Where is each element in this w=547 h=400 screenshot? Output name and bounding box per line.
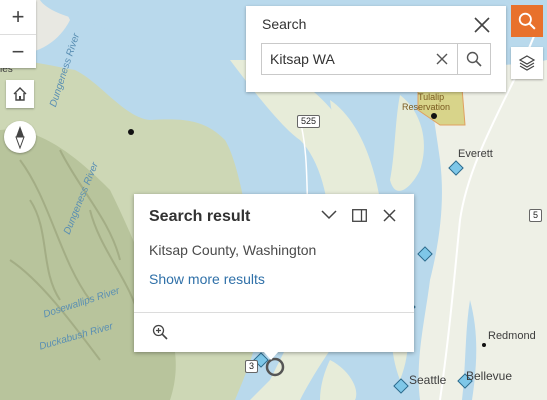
search-result-popup: Search result Kitsap County, Washington … xyxy=(134,194,414,352)
close-popup-button[interactable] xyxy=(374,204,404,226)
highway-shield: 5 xyxy=(529,209,543,222)
zoom-to-button[interactable] xyxy=(150,322,170,342)
zoom-controls: + − xyxy=(0,0,36,68)
search-panel-title: Search xyxy=(262,16,307,32)
search-icon xyxy=(466,51,482,67)
highway-shield: 525 xyxy=(297,115,321,128)
layer-list-button[interactable] xyxy=(511,47,543,79)
search-panel: Search xyxy=(246,6,506,92)
layers-icon xyxy=(518,55,536,71)
place-label: Bellevue xyxy=(466,369,513,383)
dock-icon xyxy=(351,208,367,222)
clear-search-button[interactable] xyxy=(427,45,457,73)
place-label: Seattle xyxy=(409,373,447,387)
popup-divider xyxy=(134,312,414,313)
search-field xyxy=(261,43,491,75)
plus-icon: + xyxy=(11,4,25,29)
home-button[interactable] xyxy=(6,80,34,108)
close-search-button[interactable] xyxy=(472,15,492,35)
search-input[interactable] xyxy=(262,45,427,73)
close-icon xyxy=(436,53,448,65)
search-submit-button[interactable] xyxy=(457,44,490,74)
search-toggle-button[interactable] xyxy=(511,5,543,37)
popup-actions xyxy=(314,204,404,226)
place-label: Tulalip xyxy=(418,92,445,102)
compass-button[interactable] xyxy=(4,121,36,153)
place-label: Redmond xyxy=(488,330,536,342)
compass-icon xyxy=(15,126,25,149)
search-icon xyxy=(518,12,536,30)
popup-content: Kitsap County, Washington xyxy=(149,242,317,258)
place-label: Reservation xyxy=(402,102,451,112)
minus-icon: − xyxy=(11,39,25,64)
zoom-in-icon xyxy=(152,324,168,340)
popup-title: Search result xyxy=(149,208,251,225)
home-icon xyxy=(13,87,27,101)
show-more-results-link[interactable]: Show more results xyxy=(149,271,265,287)
popup-pointer xyxy=(263,351,279,360)
collapse-popup-button[interactable] xyxy=(314,204,344,226)
place-label: Everett xyxy=(458,148,493,160)
close-icon xyxy=(382,208,396,222)
dock-popup-button[interactable] xyxy=(344,204,374,226)
close-icon xyxy=(474,17,490,33)
highway-shield: 3 xyxy=(245,360,259,373)
zoom-in-button[interactable]: + xyxy=(0,0,36,34)
zoom-out-button[interactable]: − xyxy=(0,34,36,69)
chevron-down-icon xyxy=(321,210,337,220)
